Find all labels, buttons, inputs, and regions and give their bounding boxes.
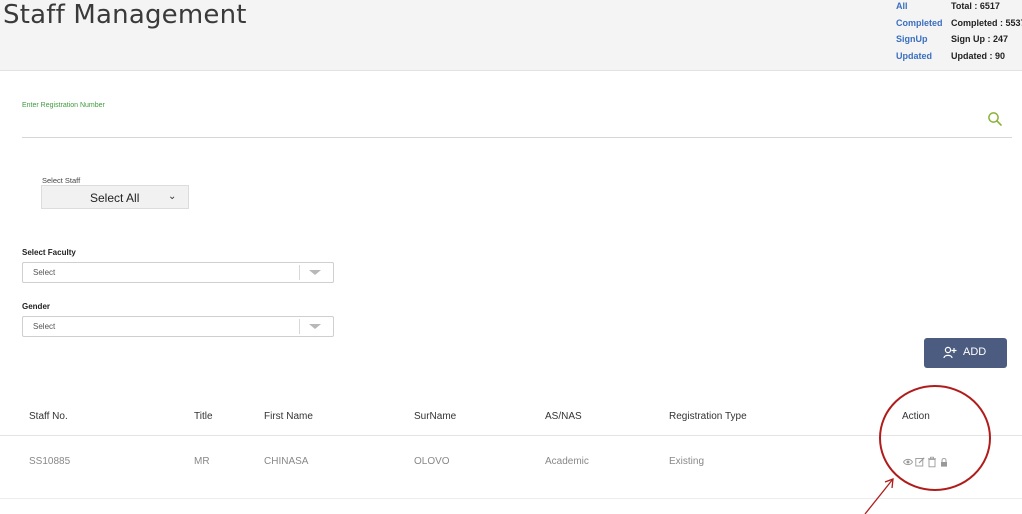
annotation-overlay xyxy=(864,385,991,514)
stats-total-count: Total : 6517 xyxy=(951,1,1000,11)
chevron-down-icon: ⌄ xyxy=(168,191,177,202)
add-user-icon xyxy=(943,346,957,359)
edit-icon[interactable] xyxy=(915,455,925,467)
stats-link-completed[interactable]: Completed xyxy=(896,17,943,34)
cell-first-name: CHINASA xyxy=(264,456,309,467)
registration-number-input[interactable] xyxy=(22,113,1012,138)
eye-icon[interactable] xyxy=(902,455,914,467)
annotation-arrowhead xyxy=(884,478,894,489)
stats-completed-count: Completed : 5537 xyxy=(951,17,1022,28)
cell-surname: OLOVO xyxy=(414,456,450,467)
stats-updated-count: Updated : 90 xyxy=(951,50,1006,61)
cell-as-nas: Academic xyxy=(545,456,589,467)
column-header-title[interactable]: Title xyxy=(194,411,213,422)
annotation-arrow-line xyxy=(864,478,894,514)
select-faculty-value: Select xyxy=(33,268,56,277)
select-staff-value: Select All xyxy=(90,191,140,205)
select-faculty-label: Select Faculty xyxy=(22,248,76,257)
page-title: Staff Management xyxy=(3,0,247,30)
column-header-staff-no[interactable]: Staff No. xyxy=(29,411,68,422)
stats-link-updated[interactable]: Updated xyxy=(896,50,943,67)
stats-filter-links: All Completed SignUp Updated xyxy=(896,0,943,66)
column-header-as-nas[interactable]: AS/NAS xyxy=(545,411,582,422)
column-header-action: Action xyxy=(902,411,930,422)
gender-label: Gender xyxy=(22,302,51,311)
gender-value: Select xyxy=(33,322,56,331)
page-header: Staff Management All Completed SignUp Up… xyxy=(0,0,1022,71)
add-staff-button[interactable]: ADD xyxy=(924,338,1007,368)
column-header-registration-type[interactable]: Registration Type xyxy=(669,411,747,422)
registration-number-label: Enter Registration Number xyxy=(22,102,105,109)
row-actions xyxy=(902,455,949,468)
cell-staff-no: SS10885 xyxy=(29,456,71,467)
table-row-divider xyxy=(0,498,1022,499)
stats-counts: Total : 6517 Completed : 5537 Sign Up : … xyxy=(951,0,1022,66)
add-button-label: ADD xyxy=(963,346,987,358)
lock-icon[interactable] xyxy=(939,455,949,467)
stats-link-signup[interactable]: SignUp xyxy=(896,33,943,50)
cell-registration-type: Existing xyxy=(669,456,705,467)
stats-signup-count: Sign Up : 247 xyxy=(951,34,1009,44)
trash-icon[interactable] xyxy=(927,455,937,468)
search-icon[interactable] xyxy=(987,111,1003,127)
cell-title: MR xyxy=(194,456,210,467)
table-header-divider xyxy=(0,435,1022,436)
dropdown-separator xyxy=(299,319,300,334)
select-staff-dropdown[interactable]: Select All ⌄ xyxy=(41,185,189,209)
select-staff-label: Select Staff xyxy=(42,176,81,185)
caret-down-icon xyxy=(309,324,321,329)
select-faculty-dropdown[interactable]: Select xyxy=(22,262,334,283)
annotation-circle xyxy=(879,385,991,491)
caret-down-icon xyxy=(309,270,321,275)
gender-dropdown[interactable]: Select xyxy=(22,316,334,337)
dropdown-separator xyxy=(299,265,300,280)
column-header-surname[interactable]: SurName xyxy=(414,411,456,422)
column-header-first-name[interactable]: First Name xyxy=(264,411,313,422)
stats-link-all[interactable]: All xyxy=(896,0,943,17)
